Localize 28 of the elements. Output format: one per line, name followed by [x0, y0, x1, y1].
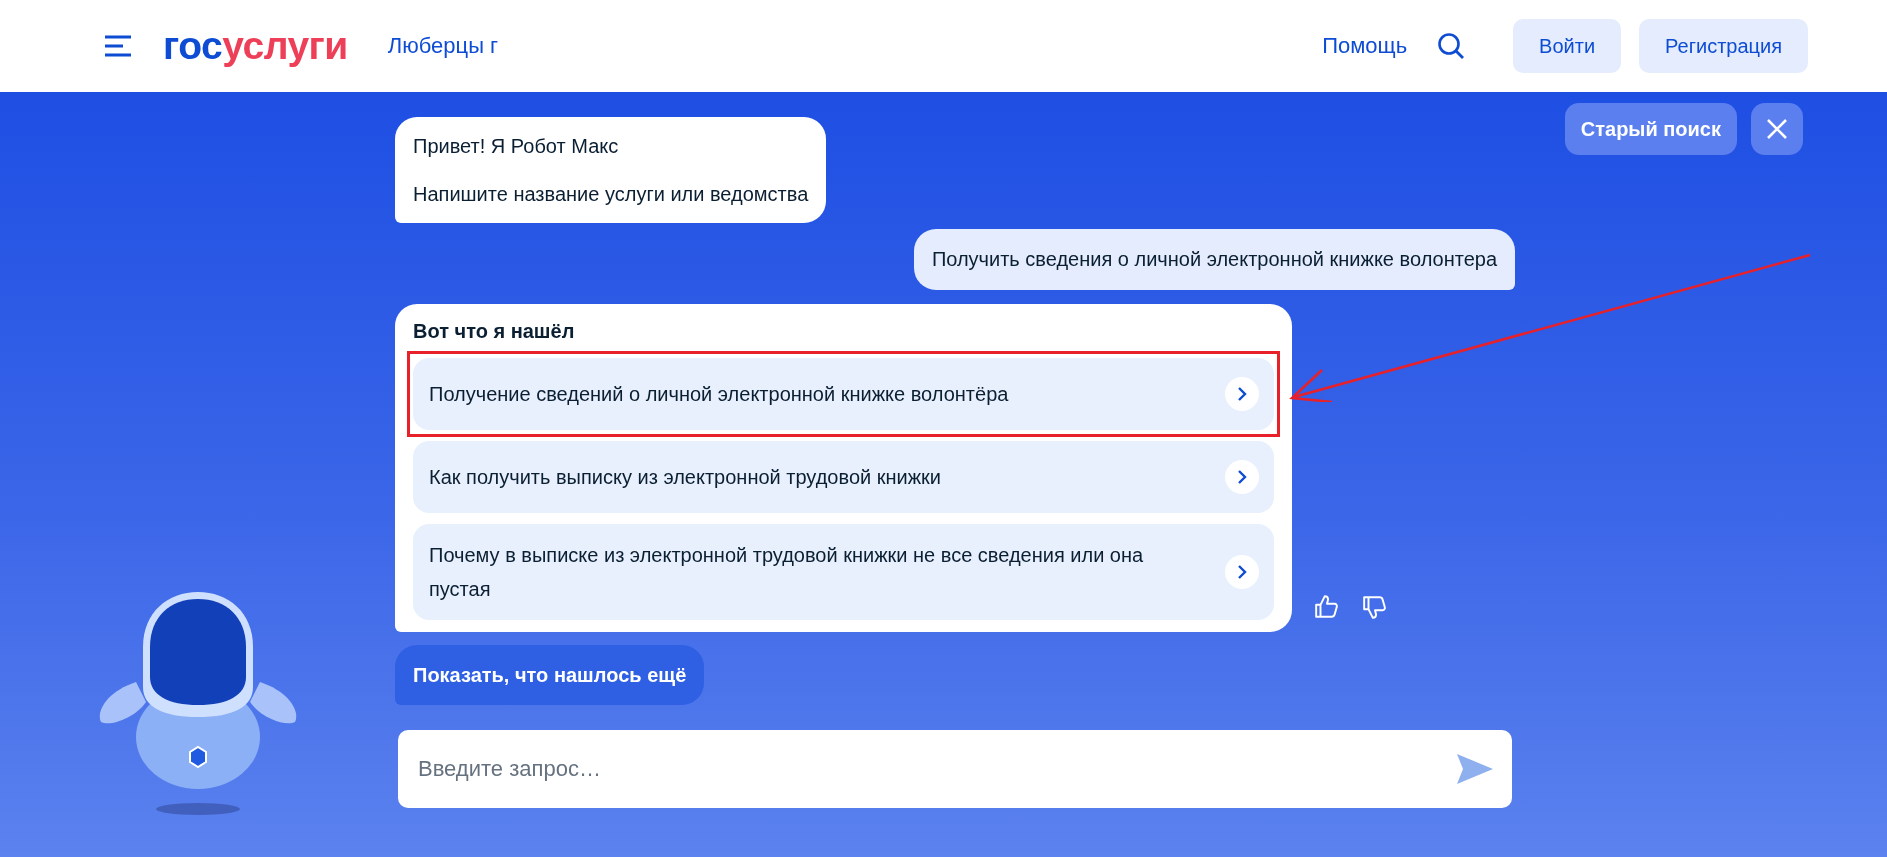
like-button[interactable] — [1314, 594, 1340, 620]
chevron-right-icon — [1237, 387, 1247, 401]
login-button[interactable]: Войти — [1513, 19, 1622, 73]
chevron-right-icon — [1237, 565, 1247, 579]
result-text: Как получить выписку из электронной трудовой книжки — [429, 465, 942, 490]
logo[interactable]: госуслуги — [163, 24, 348, 68]
chevron-right-icon — [1237, 470, 1247, 484]
user-message: Получить сведения о личной электронной книжке волонтера — [913, 229, 1515, 290]
old-search-button[interactable]: Старый поиск — [1564, 103, 1737, 155]
message-text: Напишите название услуги или ведомства — [413, 182, 809, 207]
chevron-button[interactable] — [1225, 555, 1259, 589]
chevron-button[interactable] — [1225, 377, 1259, 411]
close-icon[interactable] — [1766, 118, 1788, 140]
results-title: Вот что я нашёл — [413, 320, 576, 343]
search-icon[interactable] — [1437, 32, 1466, 60]
show-more-button[interactable]: Показать, что нашлось ещё — [395, 645, 705, 705]
location-link[interactable]: Люберцы г — [387, 33, 499, 59]
result-text: Получение сведений о личной электронной книжке волонтёра — [429, 382, 1010, 407]
menu-icon[interactable] — [105, 35, 133, 57]
message-text: Привет! Я Робот Макс — [413, 134, 620, 159]
chevron-button[interactable] — [1225, 460, 1259, 494]
help-link[interactable]: Помощь — [1322, 33, 1408, 59]
register-button[interactable]: Регистрация — [1639, 19, 1808, 73]
result-item[interactable]: Получение сведений о личной электронной книжке волонтёра — [407, 351, 1280, 437]
dislike-button[interactable] — [1362, 594, 1388, 620]
query-field[interactable]: Введите запрос… — [398, 730, 1512, 808]
result-text: Почему в выписке из электронной трудовой книжки не все сведения или она пустая — [429, 543, 1145, 602]
close-button[interactable] — [1751, 103, 1803, 155]
